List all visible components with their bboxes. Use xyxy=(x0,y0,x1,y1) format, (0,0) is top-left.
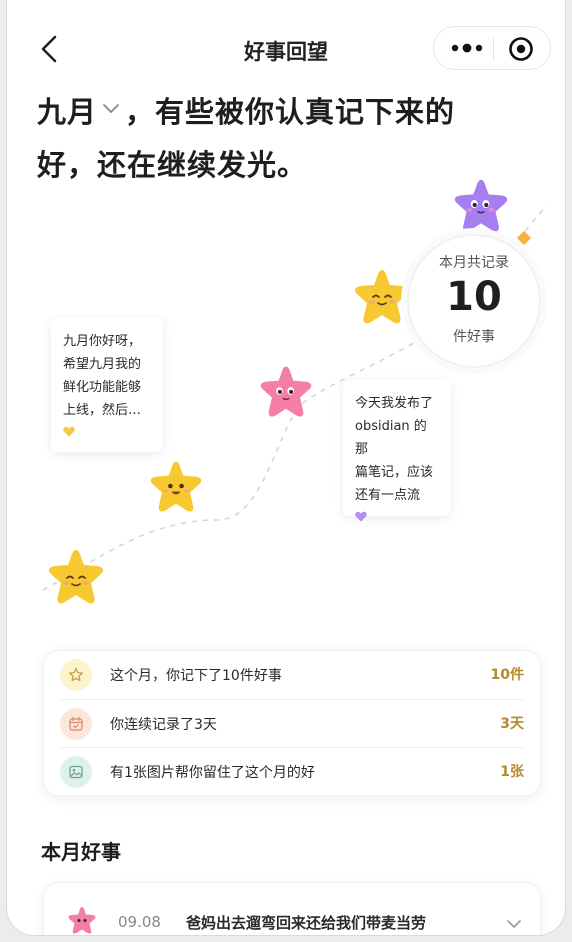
stat-value: 3天 xyxy=(500,716,524,732)
stat-row-images: 有1张图片帮你留住了这个月的好 1张 xyxy=(60,747,524,795)
chevron-down-icon[interactable] xyxy=(506,919,522,929)
note-line: 九月你好呀， xyxy=(63,334,142,349)
star-character-purple[interactable] xyxy=(451,176,511,234)
chevron-down-icon xyxy=(103,104,119,113)
count-number: 10 xyxy=(446,274,502,320)
note-line: obsidian 的那 xyxy=(355,419,427,457)
item-text: 爸妈出去遛弯回来还给我们带麦当劳 xyxy=(186,914,427,932)
headline-line1-rest: ，有些被你认真记下来的 xyxy=(125,95,456,129)
stat-icon-bg xyxy=(60,756,92,788)
heart-icon xyxy=(63,426,75,437)
note-line: 还有一点流 xyxy=(355,488,421,503)
month-selector[interactable]: 九月 xyxy=(37,86,125,139)
more-dots-icon[interactable] xyxy=(450,38,484,58)
stat-row-streak: 你连续记录了3天 3天 xyxy=(60,699,524,747)
item-date: 09.08 xyxy=(118,913,161,931)
note-card[interactable]: 九月你好呀， 希望九月我的 鲜化功能能够 上线，然后… xyxy=(51,318,163,452)
stat-value: 10件 xyxy=(490,667,524,683)
star-character-yellow[interactable] xyxy=(45,546,107,606)
section-title: 本月好事 xyxy=(41,840,121,864)
sparkle-diamond xyxy=(516,230,532,246)
note-line: 希望九月我的 xyxy=(63,357,142,372)
note-line: 篇笔记，应该 xyxy=(355,465,434,480)
nav-bar: 好事回望 xyxy=(7,18,565,82)
stat-label: 你连续记录了3天 xyxy=(110,717,217,733)
star-character-yellow[interactable] xyxy=(147,458,205,514)
phone-screen: 好事回望 九月 ，有些被你认真记下来的 好，还在继续发光。 本月共记录 10 件… xyxy=(6,0,566,936)
star-character-pink-icon xyxy=(68,907,96,934)
star-outline-icon xyxy=(69,667,83,682)
note-line: 上线，然后… xyxy=(63,403,142,418)
stat-label: 这个月，你记下了10件好事 xyxy=(110,668,282,684)
month-label: 九月 xyxy=(37,95,98,129)
target-icon[interactable] xyxy=(508,36,534,62)
star-character-yellow[interactable] xyxy=(351,266,413,326)
stats-card: 这个月，你记下了10件好事 10件 你连续记录了3天 3天 有1张图片帮你留住了… xyxy=(43,650,541,796)
image-icon xyxy=(69,765,83,779)
mini-program-capsule xyxy=(433,26,551,70)
stat-icon-bg xyxy=(60,659,92,691)
heart-icon xyxy=(355,511,367,522)
stat-label: 有1张图片帮你留住了这个月的好 xyxy=(110,765,315,781)
capsule-divider xyxy=(493,38,494,60)
count-caption-top: 本月共记录 xyxy=(439,255,509,271)
stat-row-count: 这个月，你记下了10件好事 10件 xyxy=(60,651,524,699)
good-thing-list-item[interactable]: 09.08 爸妈出去遛弯回来还给我们带麦当劳 xyxy=(43,882,541,935)
note-card[interactable]: 今天我发布了 obsidian 的那 篇笔记，应该 还有一点流 xyxy=(343,380,451,522)
stat-icon-bg xyxy=(60,708,92,740)
star-character-pink[interactable] xyxy=(257,362,315,420)
note-line: 鲜化功能能够 xyxy=(63,380,142,395)
calendar-icon xyxy=(69,716,83,731)
monthly-count-badge: 本月共记录 10 件好事 xyxy=(409,236,539,366)
stat-value: 1张 xyxy=(500,764,524,780)
count-caption-bottom: 件好事 xyxy=(453,329,495,345)
note-line: 今天我发布了 xyxy=(355,396,434,411)
